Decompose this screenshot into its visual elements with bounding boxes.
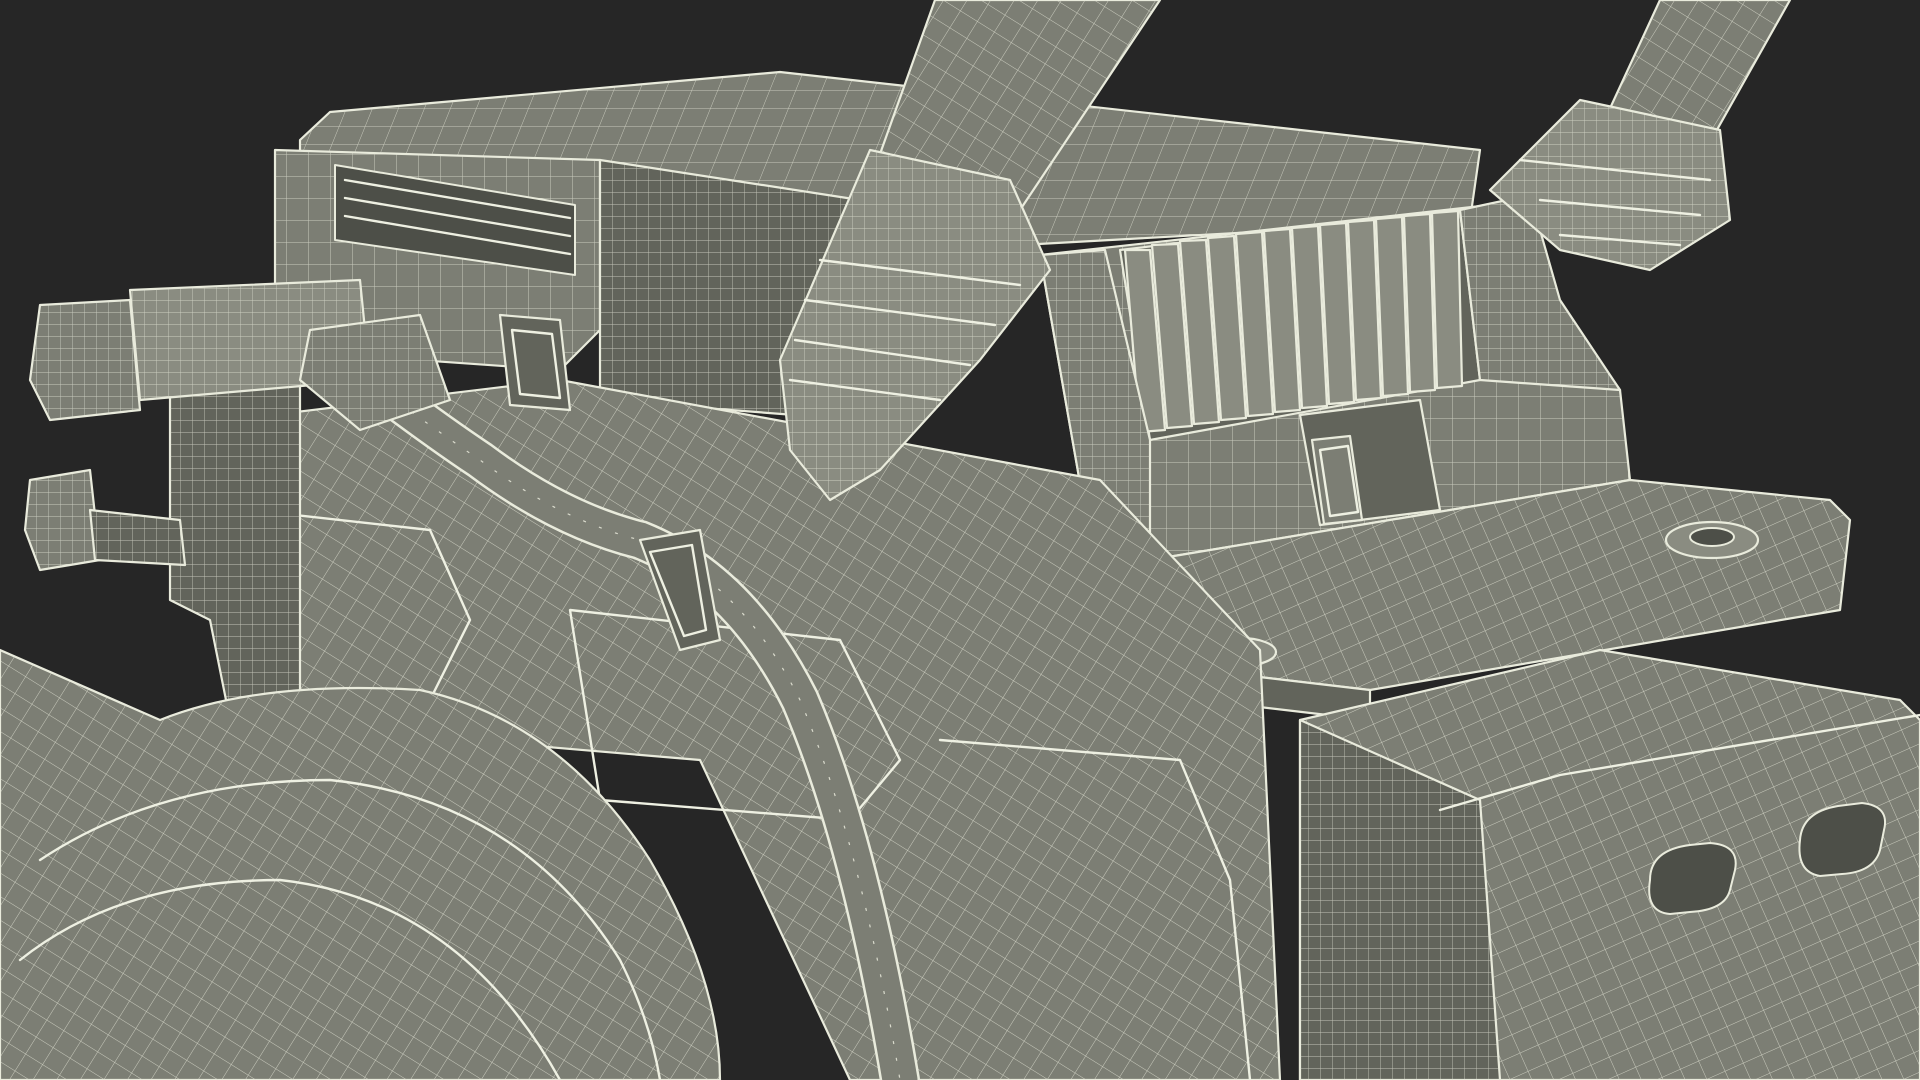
side-clip [498,313,572,412]
connector-plug-lower [23,468,187,572]
mounting-screw-right [1664,520,1760,560]
wireframe-render [0,0,1920,1080]
lower-right-block [1298,648,1920,1080]
mounting-arm-right [1488,0,1792,272]
